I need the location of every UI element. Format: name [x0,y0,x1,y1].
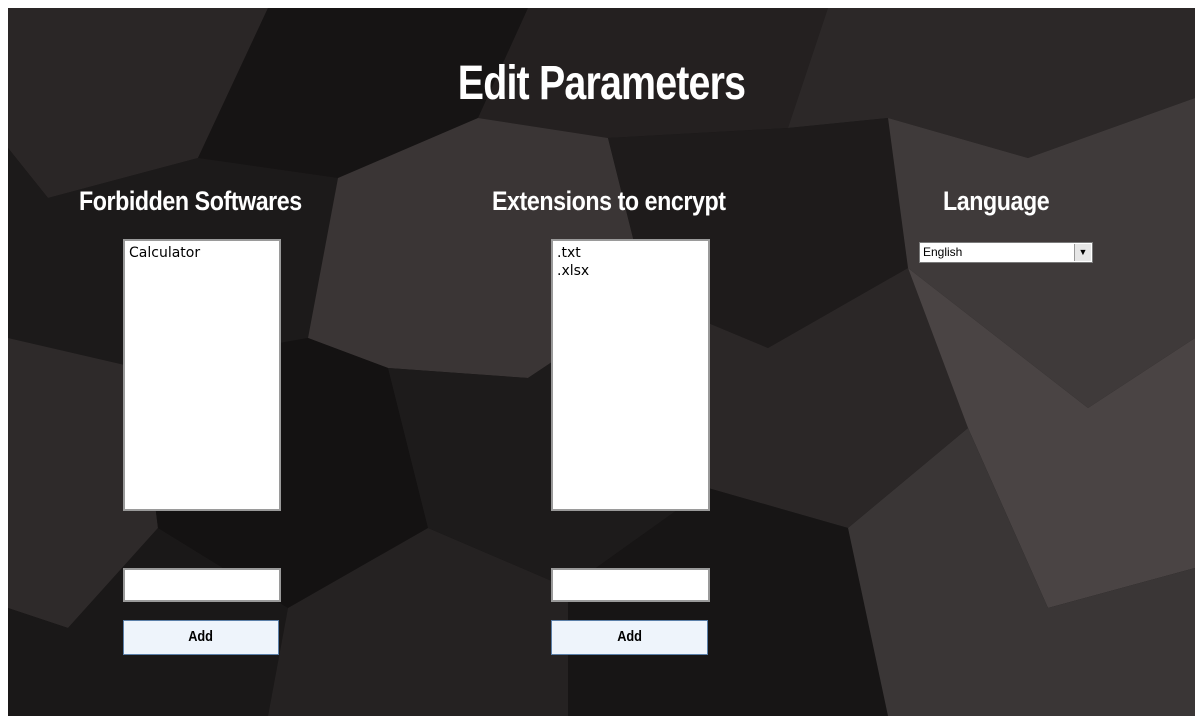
add-forbidden-software-button[interactable]: Add [123,620,279,655]
add-extension-button[interactable]: Add [551,620,708,655]
add-button-label: Add [617,628,642,645]
list-item[interactable]: Calculator [129,244,275,262]
extensions-heading: Extensions to encrypt [492,186,726,216]
add-button-label: Add [188,628,214,645]
forbidden-softwares-heading: Forbidden Softwares [79,186,302,216]
forbidden-software-input[interactable] [123,568,281,602]
list-item[interactable]: .xlsx [557,262,704,280]
language-heading: Language [943,186,1050,216]
extension-input[interactable] [551,568,710,602]
dropdown-arrow-icon[interactable]: ▼ [1074,244,1091,261]
list-item[interactable]: .txt [557,244,704,262]
window-content: Edit Parameters Forbidden Softwares Calc… [8,8,1195,716]
page-title: Edit Parameters [457,57,746,110]
extensions-list[interactable]: .txt .xlsx [551,239,710,511]
forbidden-softwares-list[interactable]: Calculator [123,239,281,511]
language-selected-value: English [923,245,963,259]
language-select[interactable]: English ▼ [919,242,1093,263]
